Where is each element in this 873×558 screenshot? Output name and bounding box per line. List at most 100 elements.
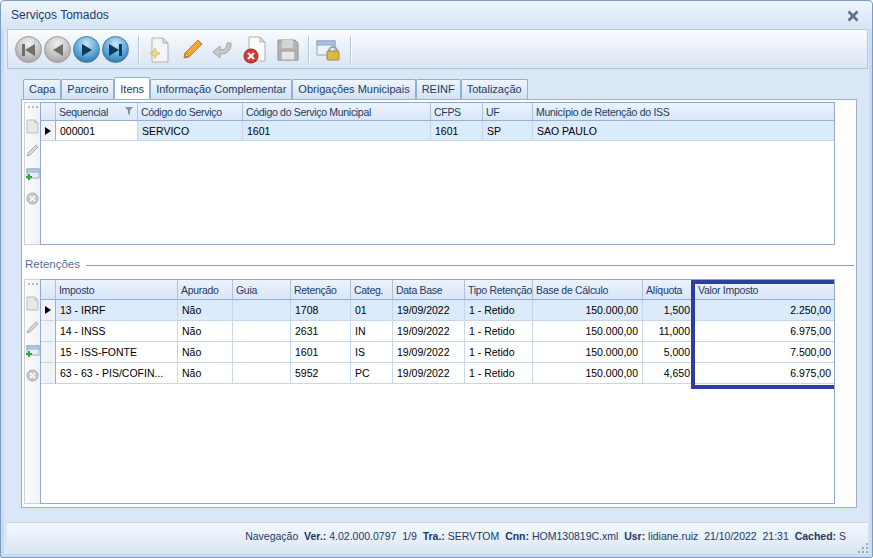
cell[interactable]: 13 - IRRF: [56, 300, 178, 321]
close-icon[interactable]: [846, 9, 860, 23]
column-header-sequencial[interactable]: Sequencial: [56, 103, 138, 121]
column-header-reten-o[interactable]: Retenção: [291, 280, 351, 300]
cell[interactable]: 1 - Retido: [465, 363, 533, 384]
column-header-al-quota[interactable]: Alíquota: [643, 280, 695, 300]
grid-add-row-button[interactable]: [25, 165, 40, 183]
nav-previous-button[interactable]: [44, 36, 71, 63]
main-toolbar: [7, 29, 868, 69]
cell[interactable]: SERVICO: [138, 121, 243, 141]
cell[interactable]: 19/09/2022: [393, 342, 465, 363]
cell[interactable]: SP: [483, 121, 533, 141]
edit-button[interactable]: [177, 35, 207, 65]
tab-reinf[interactable]: REINF: [416, 79, 461, 99]
tab-totaliza-o[interactable]: Totalização: [461, 79, 528, 99]
toolbar-grip[interactable]: [25, 103, 40, 111]
column-header-tipo-reten-o[interactable]: Tipo Retenção: [465, 280, 533, 300]
nav-first-button[interactable]: [15, 36, 42, 63]
cell[interactable]: Não: [178, 321, 233, 342]
cell[interactable]: 2.250,00: [695, 300, 835, 321]
column-header-valor-imposto[interactable]: Valor Imposto: [695, 280, 835, 300]
cell[interactable]: 01: [351, 300, 393, 321]
cell[interactable]: 63 - 63 - PIS/COFIN...: [56, 363, 178, 384]
cell[interactable]: 1601: [243, 121, 431, 141]
tab-informa-o-complementar[interactable]: Informação Complementar: [150, 79, 292, 99]
cell[interactable]: 150.000,00: [533, 321, 643, 342]
cell[interactable]: 5,000: [643, 342, 695, 363]
cell[interactable]: 1 - Retido: [465, 342, 533, 363]
cell[interactable]: 1601: [291, 342, 351, 363]
save-button[interactable]: [273, 35, 303, 65]
row-indicator-cell: [41, 342, 56, 363]
cell[interactable]: 1 - Retido: [465, 300, 533, 321]
cell[interactable]: 7.500,00: [695, 342, 835, 363]
nav-last-button[interactable]: [102, 36, 129, 63]
cell[interactable]: [233, 363, 291, 384]
grid-edit-button[interactable]: [25, 141, 40, 159]
cell[interactable]: 5952: [291, 363, 351, 384]
cell[interactable]: 15 - ISS-FONTE: [56, 342, 178, 363]
cell[interactable]: 1601: [431, 121, 483, 141]
cell[interactable]: 000001: [56, 121, 138, 141]
grid-delete-button[interactable]: [25, 366, 40, 384]
grid-delete-button[interactable]: [25, 189, 40, 207]
grid-row[interactable]: 63 - 63 - PIS/COFIN...Não 5952PC19/09/202…: [41, 363, 834, 384]
column-header-apurado[interactable]: Apurado: [178, 280, 233, 300]
tab-capa[interactable]: Capa: [23, 79, 61, 99]
column-header-munic-pio-de-reten-o-do-iss[interactable]: Município de Retenção do ISS: [533, 103, 835, 121]
column-header-c-digo-do-servi-o[interactable]: Código do Serviço: [138, 103, 243, 121]
cell[interactable]: 19/09/2022: [393, 321, 465, 342]
new-button[interactable]: [145, 35, 175, 65]
cell[interactable]: PC: [351, 363, 393, 384]
grid-add-row-button[interactable]: [25, 342, 40, 360]
cell[interactable]: SAO PAULO: [533, 121, 835, 141]
lock-button[interactable]: [314, 35, 344, 65]
column-header-guia[interactable]: Guia: [233, 280, 291, 300]
toolbar-grip[interactable]: [25, 280, 40, 288]
cell[interactable]: 19/09/2022: [393, 363, 465, 384]
cell[interactable]: 1,500: [643, 300, 695, 321]
cell[interactable]: [233, 300, 291, 321]
column-header-categ-[interactable]: Categ.: [351, 280, 393, 300]
cell[interactable]: 11,000: [643, 321, 695, 342]
undo-button[interactable]: [209, 35, 239, 65]
window-lock-icon: [315, 37, 343, 63]
cell[interactable]: 19/09/2022: [393, 300, 465, 321]
grid-row[interactable]: 13 - IRRFNão 17080119/09/20221 - Retido15…: [41, 300, 834, 321]
grid-row[interactable]: 15 - ISS-FONTENão 1601IS19/09/20221 - Ret…: [41, 342, 834, 363]
nav-next-button[interactable]: [73, 36, 100, 63]
column-header-c-digo-do-servi-o-municipal[interactable]: Código do Serviço Municipal: [243, 103, 431, 121]
column-header-cfps[interactable]: CFPS: [431, 103, 483, 121]
toolbar-separator: [308, 36, 309, 63]
cell[interactable]: 1708: [291, 300, 351, 321]
column-header-imposto[interactable]: Imposto: [56, 280, 178, 300]
grid-edit-button[interactable]: [25, 318, 40, 336]
cell[interactable]: 150.000,00: [533, 363, 643, 384]
cell[interactable]: [233, 321, 291, 342]
cell[interactable]: Não: [178, 342, 233, 363]
cell[interactable]: [233, 342, 291, 363]
cell[interactable]: 150.000,00: [533, 342, 643, 363]
grid-row[interactable]: 000001SERVICO16011601SPSAO PAULO: [41, 121, 834, 141]
grid-new-button[interactable]: [25, 117, 40, 135]
column-header-data-base[interactable]: Data Base: [393, 280, 465, 300]
column-header-base-de-c-lculo[interactable]: Base de Cálculo: [533, 280, 643, 300]
tab-itens[interactable]: Itens: [114, 77, 150, 99]
cell[interactable]: 6.975,00: [695, 321, 835, 342]
cell[interactable]: 1 - Retido: [465, 321, 533, 342]
cell[interactable]: 150.000,00: [533, 300, 643, 321]
cell[interactable]: 14 - INSS: [56, 321, 178, 342]
delete-button[interactable]: [241, 35, 271, 65]
cell[interactable]: IN: [351, 321, 393, 342]
cell[interactable]: 2631: [291, 321, 351, 342]
cell[interactable]: 6.975,00: [695, 363, 835, 384]
tab-parceiro[interactable]: Parceiro: [61, 79, 114, 99]
cell[interactable]: IS: [351, 342, 393, 363]
cell[interactable]: 4,650: [643, 363, 695, 384]
cell[interactable]: Não: [178, 363, 233, 384]
resize-grip[interactable]: [856, 541, 868, 553]
column-header-uf[interactable]: UF: [483, 103, 533, 121]
tab-obriga-es-municipais[interactable]: Obrigações Municipais: [292, 79, 415, 99]
grid-new-button[interactable]: [25, 294, 40, 312]
grid-row[interactable]: 14 - INSSNão 2631IN19/09/20221 - Retido15…: [41, 321, 834, 342]
cell[interactable]: Não: [178, 300, 233, 321]
